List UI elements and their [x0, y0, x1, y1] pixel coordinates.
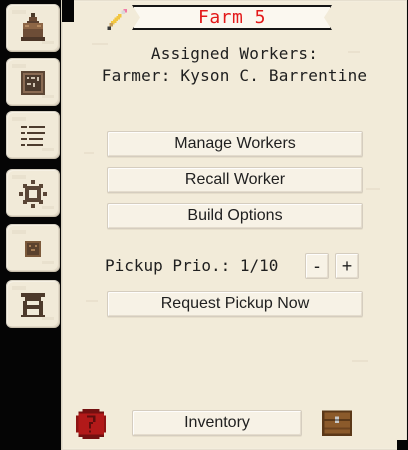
gear-icon [17, 178, 49, 210]
paper-texture [84, 152, 94, 154]
manage-workers-button[interactable]: Manage Workers [107, 131, 363, 157]
request-pickup-now-button[interactable]: Request Pickup Now [107, 291, 363, 317]
paper-texture [92, 43, 108, 45]
tab-cake[interactable] [6, 4, 60, 52]
shrine-icon [17, 289, 49, 321]
pickup-priority-label: Pickup Prio.: 1/10 [105, 256, 279, 275]
building-title: Farm 5 [197, 6, 267, 28]
panel-corner-bottom [397, 440, 407, 450]
building-title-banner: Farm 5 [132, 5, 332, 30]
crate-icon [17, 233, 49, 265]
build-options-button[interactable]: Build Options [107, 203, 363, 229]
assigned-farmer: Farmer: Kyson C. Barrentine [101, 66, 368, 85]
tab-crate[interactable] [6, 224, 60, 272]
calendar-icon [17, 67, 49, 99]
pencil-icon[interactable] [104, 7, 132, 35]
main-panel: Farm 5 Assigned Workers: Farmer: Kyson C… [61, 0, 407, 450]
paper-texture [352, 360, 368, 362]
list-icon [17, 120, 49, 152]
tab-list[interactable] [6, 111, 60, 159]
paper-texture [366, 188, 380, 190]
recall-worker-button[interactable]: Recall Worker [107, 167, 363, 193]
help-icon[interactable] [74, 407, 108, 441]
panel-corner-top [62, 0, 74, 22]
chest-icon[interactable] [320, 406, 354, 440]
cake-icon [17, 13, 49, 45]
tab-gear[interactable] [6, 169, 60, 217]
assigned-workers-heading: Assigned Workers: [150, 44, 319, 63]
building-window: Farm 5 Assigned Workers: Farmer: Kyson C… [0, 0, 408, 450]
tab-calendar[interactable] [6, 58, 60, 106]
inventory-button[interactable]: Inventory [132, 410, 302, 436]
left-tab-strip [0, 0, 70, 450]
pickup-priority-increase-button[interactable]: + [335, 253, 359, 279]
tab-shrine[interactable] [6, 280, 60, 328]
pickup-priority-decrease-button[interactable]: - [305, 253, 329, 279]
paper-texture [86, 300, 98, 302]
